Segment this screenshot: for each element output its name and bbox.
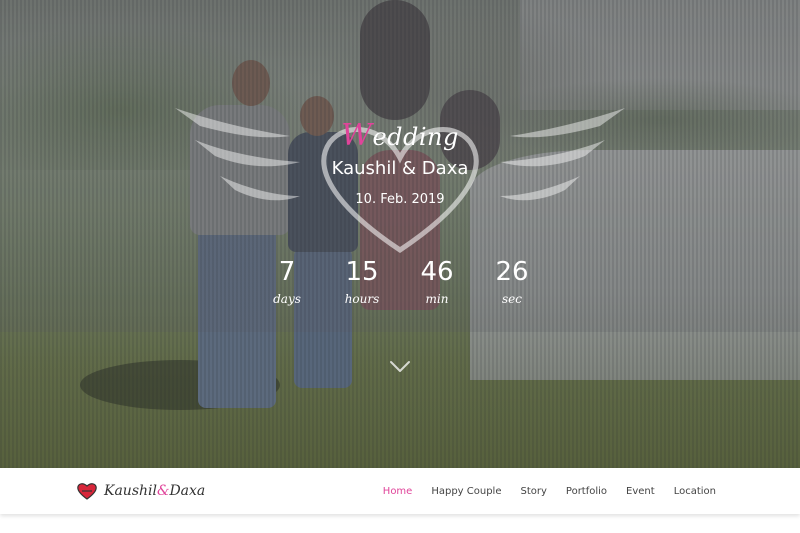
countdown-minutes: 46 min [397, 256, 477, 306]
countdown-value: 7 [278, 257, 296, 287]
nav-link-event[interactable]: Event [626, 486, 655, 497]
nav-link-happy-couple[interactable]: Happy Couple [431, 486, 501, 497]
countdown-label: days [273, 292, 301, 306]
brand-last-name: Daxa [169, 483, 206, 499]
wedding-title-initial: W [341, 118, 373, 153]
nav-link-location[interactable]: Location [674, 486, 716, 497]
countdown-hours: 15 hours [322, 256, 402, 306]
wedding-title: Wedding [0, 118, 800, 153]
brand-first-name: Kaushil [104, 483, 157, 499]
hero-section: Wedding Kaushil & Daxa 10. Feb. 2019 7 d… [0, 0, 800, 468]
nav-link-story[interactable]: Story [520, 486, 546, 497]
brand-logo[interactable]: Kaushil&Daxa [76, 480, 205, 502]
chevron-down-icon[interactable] [388, 358, 412, 376]
countdown-label: sec [502, 292, 522, 306]
nav-links: Home Happy Couple Story Portfolio Event … [364, 468, 716, 514]
countdown-days: 7 days [247, 256, 327, 306]
countdown-label: hours [344, 292, 380, 306]
countdown-value: 26 [495, 257, 529, 287]
main-navbar: Kaushil&Daxa Home Happy Couple Story Por… [0, 468, 800, 514]
brand-ampersand: & [156, 483, 170, 499]
countdown-value: 46 [420, 257, 454, 287]
nav-link-portfolio[interactable]: Portfolio [566, 486, 607, 497]
countdown-label: min [425, 292, 449, 306]
brand-name: Kaushil&Daxa [104, 483, 205, 499]
heart-icon [77, 483, 97, 500]
countdown-value: 15 [345, 257, 379, 287]
countdown-seconds: 26 sec [472, 256, 552, 306]
wedding-date: 10. Feb. 2019 [355, 192, 445, 207]
couple-names: Kaushil & Daxa [331, 158, 469, 179]
countdown-timer: 7 days 15 hours 46 min 26 sec [0, 256, 800, 316]
wedding-title-rest: edding [372, 123, 459, 151]
nav-link-home[interactable]: Home [383, 486, 413, 497]
